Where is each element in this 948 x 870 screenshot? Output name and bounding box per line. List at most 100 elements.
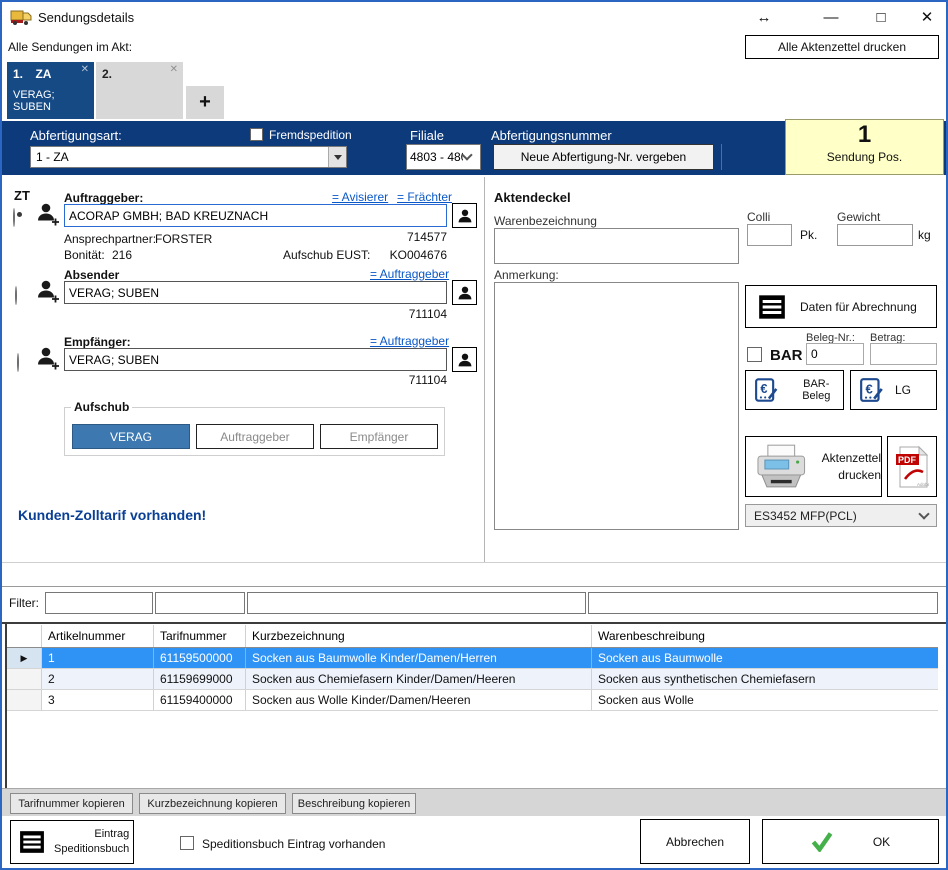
maximize-button[interactable]: □ — [864, 5, 898, 29]
bar-beleg-label: BAR-Beleg — [790, 378, 843, 402]
abfertigungsart-select[interactable]: 1 - ZA — [30, 146, 347, 168]
filter-kurzbezeichnung-input[interactable] — [247, 592, 586, 614]
gewicht-unit: kg — [918, 228, 931, 242]
aktenzettel-drucken-button[interactable]: Aktenzettel drucken — [745, 436, 882, 497]
anmerkung-textarea[interactable] — [494, 282, 739, 530]
copy-beschreibung-button[interactable]: Beschreibung kopieren — [292, 793, 416, 814]
tab1-number: 1. — [13, 67, 23, 81]
empfaenger-lookup-button[interactable] — [452, 347, 477, 372]
fraechter-link[interactable]: = Frächter — [397, 190, 452, 204]
absender-radio[interactable] — [15, 286, 17, 305]
printer-select[interactable]: ES3452 MFP(PCL) — [745, 504, 937, 527]
sendungsdetails-window: Sendungsdetails ↔ — □ ✕ Alle Sendungen i… — [0, 0, 948, 870]
eintrag-speditionsbuch-button[interactable]: Eintrag Speditionsbuch — [10, 820, 134, 864]
warenbezeichnung-textarea[interactable] — [494, 228, 739, 264]
filter-warenbeschreibung-input[interactable] — [588, 592, 938, 614]
window-title: Sendungsdetails — [38, 10, 134, 25]
table-row[interactable]: 2 61159699000 Socken aus Chemiefasern Ki… — [7, 669, 938, 690]
aufschub-auftraggeber-button[interactable]: Auftraggeber — [196, 424, 314, 449]
absender-lookup-button[interactable] — [452, 280, 477, 305]
list-icon — [758, 293, 786, 321]
add-person-icon[interactable] — [36, 201, 60, 232]
abfertigungsart-label: Abfertigungsart: — [30, 128, 122, 143]
empfaenger-auftraggeber-link[interactable]: = Auftraggeber — [370, 334, 449, 348]
cell-artikelnummer: 1 — [42, 648, 154, 668]
absender-auftraggeber-link[interactable]: = Auftraggeber — [370, 267, 449, 281]
absender-input[interactable] — [64, 281, 447, 304]
lg-button[interactable]: € LG — [850, 370, 937, 410]
betrag-input[interactable] — [870, 343, 937, 365]
tab1-close-icon[interactable]: ✕ — [81, 64, 89, 75]
tab1-sub1: VERAG; — [13, 89, 88, 101]
tab2-close-icon[interactable]: ✕ — [170, 64, 178, 75]
row-selector-icon: ▶ — [7, 648, 42, 668]
table-header-warenbeschreibung[interactable]: Warenbeschreibung — [592, 625, 938, 647]
bar-beleg-button[interactable]: € BAR-Beleg — [745, 370, 844, 410]
svg-text:€: € — [760, 381, 767, 396]
bar-label: BAR — [770, 347, 803, 364]
filiale-select[interactable]: 4803 - 480 — [406, 144, 481, 170]
aufschub-verag-button[interactable]: VERAG — [72, 424, 190, 449]
speditionsbuch-checkbox[interactable] — [180, 836, 194, 850]
speditionsbuch-line2: Speditionsbuch — [54, 842, 129, 857]
aktendeckel-title: Aktendeckel — [494, 190, 571, 205]
neue-abfertigung-button[interactable]: Neue Abfertigung-Nr. vergeben — [493, 144, 714, 170]
colli-input[interactable] — [747, 224, 792, 246]
table-row[interactable]: ▶ 1 61159500000 Socken aus Baumwolle Kin… — [7, 648, 938, 669]
filiale-dropdown-icon — [461, 149, 472, 160]
abfertigungsart-dropdown-icon[interactable] — [328, 147, 346, 167]
auftraggeber-lookup-button[interactable] — [452, 203, 477, 228]
absender-label: Absender — [64, 268, 119, 282]
auftraggeber-input[interactable] — [64, 204, 447, 227]
minimize-button[interactable]: — — [814, 5, 848, 29]
fremdspedition-checkbox[interactable] — [250, 128, 263, 141]
filter-tarifnummer-input[interactable] — [155, 592, 245, 614]
add-shipment-tab-button[interactable]: + — [186, 86, 224, 119]
avisierer-link[interactable]: = Avisierer — [332, 190, 388, 204]
filiale-value: 4803 - 480 — [407, 150, 463, 164]
copy-tarifnummer-button[interactable]: Tarifnummer kopieren — [10, 793, 133, 814]
filter-artikelnummer-input[interactable] — [45, 592, 153, 614]
resize-icon[interactable]: ↔ — [747, 5, 781, 29]
cell-warenbeschreibung: Socken aus synthetischen Chemiefasern — [592, 669, 938, 689]
bar-checkbox[interactable] — [747, 347, 762, 362]
empfaenger-radio[interactable] — [17, 353, 19, 372]
svg-text:€: € — [866, 381, 873, 396]
table-header-tarifnummer[interactable]: Tarifnummer — [154, 625, 246, 647]
person-icon — [457, 208, 473, 224]
empfaenger-input[interactable] — [64, 348, 447, 371]
aufschub-empfaenger-button[interactable]: Empfänger — [320, 424, 438, 449]
tab2-number: 2. — [102, 67, 112, 81]
table-header-kurzbezeichnung[interactable]: Kurzbezeichnung — [246, 625, 592, 647]
fremdspedition-label: Fremdspedition — [269, 128, 352, 142]
copy-kurzbezeichnung-button[interactable]: Kurzbezeichnung kopieren — [139, 793, 286, 814]
tab-shipment-2[interactable]: 2. ✕ — [96, 62, 183, 119]
daten-abrechnung-button[interactable]: Daten für Abrechnung — [745, 285, 937, 328]
print-all-aktenzettel-button[interactable]: Alle Aktenzettel drucken — [745, 35, 939, 59]
aufschub-group-label: Aufschub — [71, 400, 132, 414]
pdf-icon: PDF Adobe — [895, 445, 929, 489]
auftraggeber-number: 714577 — [347, 230, 447, 244]
auftraggeber-label: Auftraggeber: — [64, 191, 143, 205]
tab1-sub2: SUBEN — [13, 101, 88, 113]
band-divider — [721, 144, 722, 170]
table-row[interactable]: 3 61159400000 Socken aus Wolle Kinder/Da… — [7, 690, 938, 711]
close-button[interactable]: ✕ — [910, 5, 944, 29]
tab-shipment-1[interactable]: 1. ZA ✕ VERAG; SUBEN — [7, 62, 94, 119]
beleg-nr-input[interactable] — [806, 343, 864, 365]
ok-label: OK — [873, 835, 890, 849]
table-header-artikelnummer[interactable]: Artikelnummer — [42, 625, 154, 647]
cancel-button[interactable]: Abbrechen — [640, 819, 750, 864]
kunden-zolltarif-note: Kunden-Zolltarif vorhanden! — [18, 507, 206, 523]
add-person-icon[interactable] — [36, 345, 60, 376]
cell-kurzbezeichnung: Socken aus Baumwolle Kinder/Damen/Herren — [246, 648, 592, 668]
pdf-export-button[interactable]: PDF Adobe — [887, 436, 937, 497]
sendung-pos-box: 1 Sendung Pos. — [785, 119, 944, 175]
add-person-icon[interactable] — [36, 278, 60, 309]
cell-tarifnummer: 61159500000 — [154, 648, 246, 668]
person-icon — [457, 352, 473, 368]
ok-button[interactable]: OK — [762, 819, 939, 864]
gewicht-input[interactable] — [837, 224, 913, 246]
auftraggeber-radio[interactable] — [13, 208, 15, 227]
bonitaet-label: Bonität: — [64, 248, 105, 262]
